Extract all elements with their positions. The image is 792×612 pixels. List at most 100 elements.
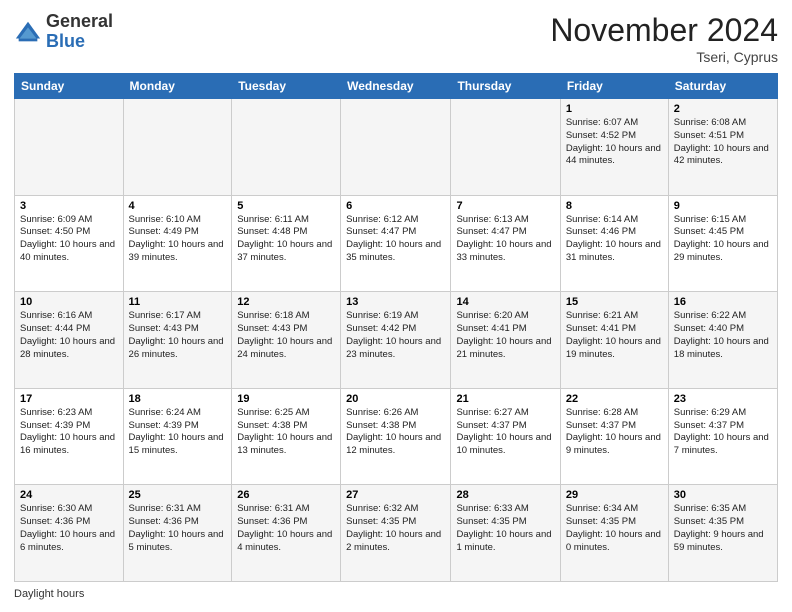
calendar-week-row: 24 Sunrise: 6:30 AM Sunset: 4:36 PM Dayli…: [15, 485, 778, 582]
calendar-table: Sunday Monday Tuesday Wednesday Thursday…: [14, 73, 778, 582]
day-number: 4: [129, 200, 227, 212]
day-info: Sunrise: 6:09 AM Sunset: 4:50 PM Dayligh…: [20, 214, 118, 265]
day-number: 5: [237, 200, 335, 212]
day-info: Sunrise: 6:22 AM Sunset: 4:40 PM Dayligh…: [674, 310, 772, 361]
day-info: Sunrise: 6:07 AM Sunset: 4:52 PM Dayligh…: [566, 117, 663, 168]
table-row: 7Sunrise: 6:13 AM Sunset: 4:47 PM Daylig…: [451, 195, 560, 292]
table-row: 8 Sunrise: 6:14 AM Sunset: 4:46 PM Daylig…: [560, 195, 668, 292]
table-row: 30 Sunrise: 6:35 AM Sunset: 4:35 PM Dayli…: [668, 485, 777, 582]
day-number: 21: [456, 393, 554, 405]
table-row: 22 Sunrise: 6:28 AM Sunset: 4:37 PM Dayli…: [560, 388, 668, 485]
day-number: 9: [674, 200, 772, 212]
day-number: 15: [566, 296, 663, 308]
day-number: 11: [129, 296, 227, 308]
col-thursday: Thursday: [451, 74, 560, 99]
table-row: 25 Sunrise: 6:31 AM Sunset: 4:36 PM Dayli…: [123, 485, 232, 582]
col-friday: Friday: [560, 74, 668, 99]
day-number: 14: [456, 296, 554, 308]
day-info: Sunrise: 6:23 AM Sunset: 4:39 PM Dayligh…: [20, 407, 118, 458]
day-info: Sunrise: 6:12 AM Sunset: 4:47 PM Dayligh…: [346, 214, 445, 265]
day-number: 26: [237, 489, 335, 501]
logo: General Blue: [14, 12, 113, 52]
table-row: 18Sunrise: 6:24 AM Sunset: 4:39 PM Dayli…: [123, 388, 232, 485]
day-number: 28: [456, 489, 554, 501]
day-info: Sunrise: 6:31 AM Sunset: 4:36 PM Dayligh…: [129, 503, 227, 554]
day-number: 1: [566, 103, 663, 115]
table-row: [232, 99, 341, 196]
day-number: 12: [237, 296, 335, 308]
day-info: Sunrise: 6:24 AM Sunset: 4:39 PM Dayligh…: [129, 407, 227, 458]
day-info: Sunrise: 6:14 AM Sunset: 4:46 PM Dayligh…: [566, 214, 663, 265]
day-info: Sunrise: 6:27 AM Sunset: 4:37 PM Dayligh…: [456, 407, 554, 458]
calendar-header-row: Sunday Monday Tuesday Wednesday Thursday…: [15, 74, 778, 99]
day-number: 20: [346, 393, 445, 405]
table-row: 15 Sunrise: 6:21 AM Sunset: 4:41 PM Dayli…: [560, 292, 668, 389]
day-info: Sunrise: 6:21 AM Sunset: 4:41 PM Dayligh…: [566, 310, 663, 361]
day-number: 6: [346, 200, 445, 212]
day-number: 29: [566, 489, 663, 501]
table-row: 11 Sunrise: 6:17 AM Sunset: 4:43 PM Dayli…: [123, 292, 232, 389]
day-number: 30: [674, 489, 772, 501]
col-sunday: Sunday: [15, 74, 124, 99]
table-row: 1 Sunrise: 6:07 AM Sunset: 4:52 PM Daylig…: [560, 99, 668, 196]
day-number: 8: [566, 200, 663, 212]
table-row: 14 Sunrise: 6:20 AM Sunset: 4:41 PM Dayli…: [451, 292, 560, 389]
day-info: Sunrise: 6:26 AM Sunset: 4:38 PM Dayligh…: [346, 407, 445, 458]
day-info: Sunrise: 6:28 AM Sunset: 4:37 PM Dayligh…: [566, 407, 663, 458]
day-number: 25: [129, 489, 227, 501]
daylight-label: Daylight hours: [14, 588, 84, 600]
day-info: Sunrise: 6:18 AM Sunset: 4:43 PM Dayligh…: [237, 310, 335, 361]
table-row: 5 Sunrise: 6:11 AM Sunset: 4:48 PM Daylig…: [232, 195, 341, 292]
day-number: 19: [237, 393, 335, 405]
day-info: Sunrise: 6:19 AM Sunset: 4:42 PM Dayligh…: [346, 310, 445, 361]
header: General Blue November 2024 Tseri, Cyprus: [14, 12, 778, 65]
col-saturday: Saturday: [668, 74, 777, 99]
calendar-week-row: 1 Sunrise: 6:07 AM Sunset: 4:52 PM Daylig…: [15, 99, 778, 196]
table-row: [341, 99, 451, 196]
day-info: Sunrise: 6:16 AM Sunset: 4:44 PM Dayligh…: [20, 310, 118, 361]
day-info: Sunrise: 6:31 AM Sunset: 4:36 PM Dayligh…: [237, 503, 335, 554]
day-number: 13: [346, 296, 445, 308]
day-number: 16: [674, 296, 772, 308]
day-info: Sunrise: 6:10 AM Sunset: 4:49 PM Dayligh…: [129, 214, 227, 265]
table-row: 23 Sunrise: 6:29 AM Sunset: 4:37 PM Dayli…: [668, 388, 777, 485]
day-info: Sunrise: 6:17 AM Sunset: 4:43 PM Dayligh…: [129, 310, 227, 361]
day-info: Sunrise: 6:35 AM Sunset: 4:35 PM Dayligh…: [674, 503, 772, 554]
table-row: 3Sunrise: 6:09 AM Sunset: 4:50 PM Daylig…: [15, 195, 124, 292]
day-info: Sunrise: 6:33 AM Sunset: 4:35 PM Dayligh…: [456, 503, 554, 554]
table-row: 10Sunrise: 6:16 AM Sunset: 4:44 PM Dayli…: [15, 292, 124, 389]
calendar-week-row: 10Sunrise: 6:16 AM Sunset: 4:44 PM Dayli…: [15, 292, 778, 389]
day-info: Sunrise: 6:20 AM Sunset: 4:41 PM Dayligh…: [456, 310, 554, 361]
day-number: 24: [20, 489, 118, 501]
day-info: Sunrise: 6:29 AM Sunset: 4:37 PM Dayligh…: [674, 407, 772, 458]
table-row: 28 Sunrise: 6:33 AM Sunset: 4:35 PM Dayli…: [451, 485, 560, 582]
day-number: 23: [674, 393, 772, 405]
title-area: November 2024 Tseri, Cyprus: [550, 12, 778, 65]
col-wednesday: Wednesday: [341, 74, 451, 99]
table-row: 24 Sunrise: 6:30 AM Sunset: 4:36 PM Dayli…: [15, 485, 124, 582]
day-info: Sunrise: 6:13 AM Sunset: 4:47 PM Dayligh…: [456, 214, 554, 265]
table-row: 9 Sunrise: 6:15 AM Sunset: 4:45 PM Daylig…: [668, 195, 777, 292]
day-info: Sunrise: 6:15 AM Sunset: 4:45 PM Dayligh…: [674, 214, 772, 265]
table-row: 16 Sunrise: 6:22 AM Sunset: 4:40 PM Dayli…: [668, 292, 777, 389]
day-info: Sunrise: 6:25 AM Sunset: 4:38 PM Dayligh…: [237, 407, 335, 458]
table-row: 19 Sunrise: 6:25 AM Sunset: 4:38 PM Dayli…: [232, 388, 341, 485]
page: General Blue November 2024 Tseri, Cyprus…: [0, 0, 792, 612]
day-number: 22: [566, 393, 663, 405]
location: Tseri, Cyprus: [550, 49, 778, 65]
day-info: Sunrise: 6:11 AM Sunset: 4:48 PM Dayligh…: [237, 214, 335, 265]
table-row: 6 Sunrise: 6:12 AM Sunset: 4:47 PM Daylig…: [341, 195, 451, 292]
table-row: 27Sunrise: 6:32 AM Sunset: 4:35 PM Dayli…: [341, 485, 451, 582]
table-row: 26 Sunrise: 6:31 AM Sunset: 4:36 PM Dayli…: [232, 485, 341, 582]
day-info: Sunrise: 6:34 AM Sunset: 4:35 PM Dayligh…: [566, 503, 663, 554]
table-row: [15, 99, 124, 196]
day-number: 2: [674, 103, 772, 115]
col-tuesday: Tuesday: [232, 74, 341, 99]
table-row: [451, 99, 560, 196]
logo-blue-text: Blue: [46, 31, 85, 51]
calendar-week-row: 17Sunrise: 6:23 AM Sunset: 4:39 PM Dayli…: [15, 388, 778, 485]
table-row: 13 Sunrise: 6:19 AM Sunset: 4:42 PM Dayli…: [341, 292, 451, 389]
logo-general-text: General: [46, 11, 113, 31]
table-row: 21 Sunrise: 6:27 AM Sunset: 4:37 PM Dayli…: [451, 388, 560, 485]
day-info: Sunrise: 6:30 AM Sunset: 4:36 PM Dayligh…: [20, 503, 118, 554]
